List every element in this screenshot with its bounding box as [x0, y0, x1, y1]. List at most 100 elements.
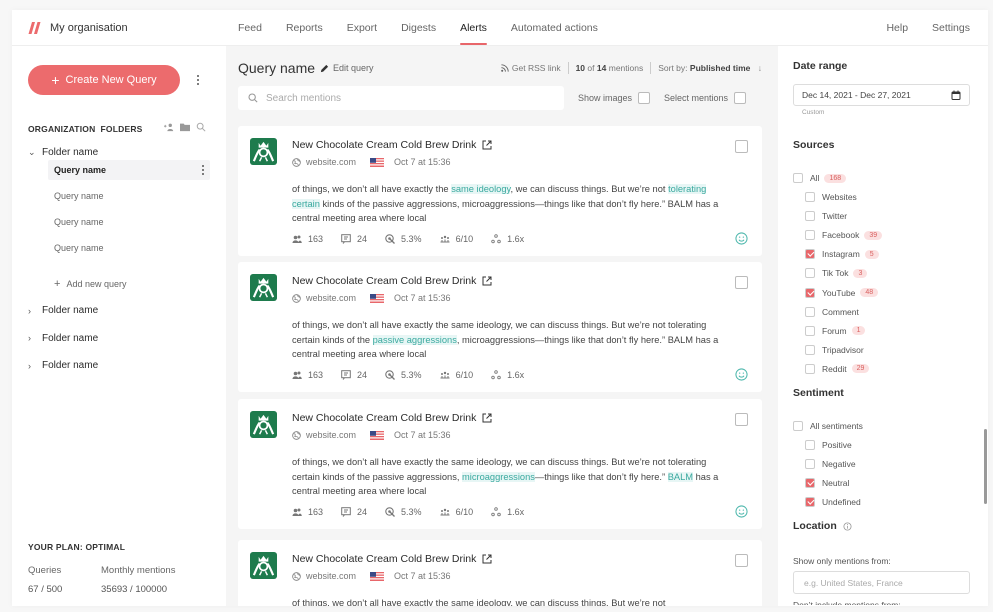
query-title: Query name [238, 60, 316, 76]
source-filter-websites-checkbox[interactable] [805, 192, 815, 202]
source-filter-tripadvisor-checkbox[interactable] [805, 344, 815, 355]
nav-tab-alerts[interactable]: Alerts [460, 10, 487, 46]
source-filter-tripadvisor[interactable]: Tripadvisor [805, 344, 864, 355]
nav-tab-feed[interactable]: Feed [238, 10, 262, 46]
sentiment-filter-neutral-checkbox[interactable] [805, 478, 815, 488]
nav-tab-digests[interactable]: Digests [401, 10, 436, 46]
mention-title[interactable]: New Chocolate Cream Cold Brew Drink [292, 139, 492, 151]
source-filter-instagram-count-badge: 5 [864, 249, 879, 259]
sentiment-filter-all-checkbox[interactable] [793, 421, 803, 431]
source-filter-tik-tok-checkbox[interactable] [805, 268, 815, 279]
mention-card[interactable]: New Chocolate Cream Cold Brew Drink websi… [238, 399, 762, 529]
source-filter-comment[interactable]: Comment [805, 306, 859, 317]
source-filter-all[interactable]: All 168 [793, 173, 847, 183]
location-include-input[interactable] [793, 571, 970, 594]
folder-item-open[interactable]: ⌄ Folder name [28, 147, 98, 158]
query-name: Query name [54, 243, 104, 253]
edit-query-button[interactable]: Edit query [320, 63, 374, 73]
mention-title[interactable]: New Chocolate Cream Cold Brew Drink [292, 275, 492, 287]
mention-card[interactable]: New Chocolate Cream Cold Brew Drink websi… [238, 126, 762, 256]
external-link-icon[interactable] [482, 554, 492, 564]
mention-card[interactable]: New Chocolate Cream Cold Brew Drink websi… [238, 262, 762, 392]
folder-item[interactable]: › Folder name [28, 333, 98, 344]
rss-link-button[interactable]: Get RSS link [501, 63, 561, 73]
mention-source[interactable]: website.com [306, 293, 356, 303]
source-filter-websites[interactable]: Websites [805, 192, 857, 202]
sentiment-smile-icon[interactable] [735, 368, 748, 381]
mention-card[interactable]: New Chocolate Cream Cold Brew Drink websi… [238, 540, 762, 606]
sentiment-smile-icon[interactable] [735, 232, 748, 245]
search-mentions-input[interactable] [266, 92, 556, 104]
sources-title: Sources [793, 139, 835, 151]
mention-source[interactable]: website.com [306, 157, 356, 167]
source-filter-instagram-checkbox[interactable] [805, 249, 815, 260]
folder-icon[interactable] [180, 122, 190, 132]
source-filter-forum-checkbox[interactable] [805, 325, 815, 336]
sentiment-filter-negative[interactable]: Negative [805, 459, 856, 469]
select-mention-checkbox[interactable] [735, 276, 748, 289]
plus-icon: + [54, 278, 61, 290]
mention-source[interactable]: website.com [306, 430, 356, 440]
select-mention-checkbox[interactable] [735, 554, 748, 567]
source-filter-youtube[interactable]: YouTube 48 [805, 287, 879, 298]
search-icon[interactable] [196, 122, 206, 132]
select-mentions-checkbox[interactable] [734, 92, 747, 104]
add-user-icon[interactable] [164, 122, 174, 132]
select-mentions-toggle[interactable]: Select mentions [664, 92, 747, 104]
sentiment-filter-undefined-checkbox[interactable] [805, 497, 815, 507]
sentiment-smile-icon[interactable] [735, 505, 748, 518]
sentiment-filter-neutral[interactable]: Neutral [805, 478, 849, 488]
filters-scrollbar[interactable] [984, 429, 987, 504]
source-filter-reddit[interactable]: Reddit 29 [805, 363, 870, 374]
add-new-query-link[interactable]: + Add new query [48, 274, 210, 294]
show-images-checkbox[interactable] [638, 92, 651, 104]
query-item[interactable]: Query name [48, 212, 210, 232]
select-mention-checkbox[interactable] [735, 413, 748, 426]
nav-tab-automated-actions[interactable]: Automated actions [511, 10, 598, 46]
source-filter-all-checkbox[interactable] [793, 173, 803, 183]
virality-icon [491, 370, 501, 380]
source-filter-forum[interactable]: Forum 1 [805, 325, 866, 336]
mention-date: Oct 7 at 15:36 [394, 157, 451, 167]
sentiment-filter-all[interactable]: All sentiments [793, 421, 863, 431]
query-options-icon[interactable] [198, 163, 208, 177]
mention-source[interactable]: website.com [306, 571, 356, 581]
stat-reach: 163 [292, 507, 323, 517]
source-filter-facebook[interactable]: Facebook 39 [805, 230, 883, 241]
organisation-name[interactable]: My organisation [50, 22, 128, 34]
query-item[interactable]: Query name [48, 160, 210, 180]
query-item[interactable]: Query name [48, 238, 210, 258]
more-options-icon[interactable] [193, 73, 203, 87]
source-filter-facebook-checkbox[interactable] [805, 230, 815, 241]
external-link-icon[interactable] [482, 276, 492, 286]
show-images-toggle[interactable]: Show images [578, 92, 651, 104]
folder-item[interactable]: › Folder name [28, 305, 98, 316]
nav-tab-export[interactable]: Export [347, 10, 377, 46]
info-icon[interactable] [843, 521, 852, 531]
nav-tab-reports[interactable]: Reports [286, 10, 323, 46]
mention-title[interactable]: New Chocolate Cream Cold Brew Drink [292, 553, 492, 565]
query-item[interactable]: Query name [48, 186, 210, 206]
select-mention-checkbox[interactable] [735, 140, 748, 153]
date-range-picker[interactable]: Dec 14, 2021 - Dec 27, 2021 [793, 84, 970, 106]
sort-control[interactable]: Sort by: Published time ↓ [658, 63, 762, 73]
external-link-icon[interactable] [482, 413, 492, 423]
sentiment-filter-negative-checkbox[interactable] [805, 459, 815, 469]
stat-engagement: 5.3% [385, 507, 422, 517]
sentiment-filter-undefined[interactable]: Undefined [805, 497, 861, 507]
external-link-icon[interactable] [482, 140, 492, 150]
source-filter-youtube-checkbox[interactable] [805, 287, 815, 298]
source-filter-comment-checkbox[interactable] [805, 306, 815, 317]
source-filter-tik-tok[interactable]: Tik Tok 3 [805, 268, 868, 279]
source-filter-reddit-checkbox[interactable] [805, 363, 815, 374]
mention-title[interactable]: New Chocolate Cream Cold Brew Drink [292, 412, 492, 424]
sentiment-filter-positive-checkbox[interactable] [805, 440, 815, 450]
source-filter-twitter[interactable]: Twitter [805, 211, 847, 222]
create-new-query-button[interactable]: + Create New Query [28, 65, 180, 95]
source-filter-instagram[interactable]: Instagram 5 [805, 249, 879, 260]
folder-item[interactable]: › Folder name [28, 360, 98, 371]
nav-link-help[interactable]: Help [886, 10, 908, 46]
nav-link-settings[interactable]: Settings [932, 10, 970, 46]
sentiment-filter-positive[interactable]: Positive [805, 440, 852, 450]
source-filter-twitter-checkbox[interactable] [805, 211, 815, 222]
